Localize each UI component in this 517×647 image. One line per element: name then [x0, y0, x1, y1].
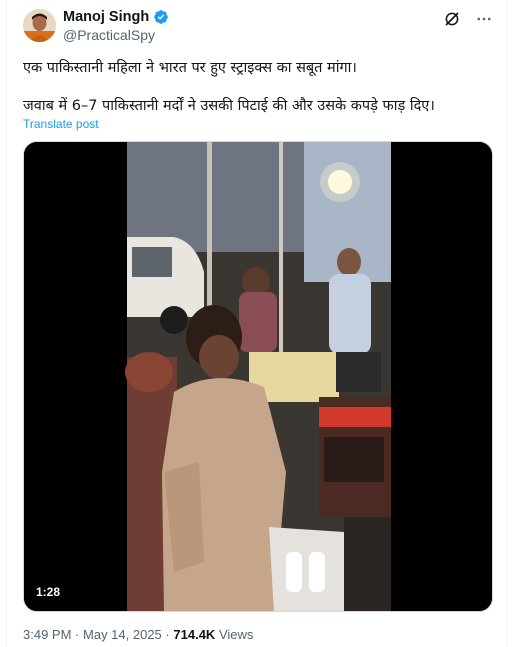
tweet-time[interactable]: 3:49 PM [23, 627, 71, 642]
verified-badge-icon [153, 9, 169, 25]
more-options-icon[interactable] [475, 10, 493, 28]
author-name-row: Manoj Singh [63, 9, 169, 25]
views-label: Views [218, 627, 254, 642]
video-player[interactable]: 1:28 [23, 141, 493, 612]
tweet-meta: 3:49 PM · May 14, 2025 · 714.4K Views [23, 627, 253, 642]
meta-separator-2: · [165, 627, 170, 642]
grok-icon[interactable] [443, 10, 461, 28]
video-duration: 1:28 [36, 585, 61, 599]
author-handle[interactable]: @PracticalSpy [63, 27, 155, 43]
video-frame [24, 142, 492, 611]
views-count: 714.4K [173, 627, 216, 642]
avatar[interactable] [23, 9, 56, 42]
meta-separator: · [75, 627, 80, 642]
tweet-card: Manoj Singh @PracticalSpy एक पाकिस्तानी … [6, 0, 508, 647]
author-name[interactable]: Manoj Singh [63, 9, 149, 25]
top-actions [443, 10, 493, 28]
tweet-text-line-1: एक पाकिस्तानी महिला ने भारत पर हुए स्ट्र… [23, 60, 357, 76]
tweet-text-line-2: जवाब में 6–7 पाकिस्तानी मर्दों ने उसकी प… [23, 98, 435, 114]
translate-post-link[interactable]: Translate post [23, 117, 99, 131]
tweet-date[interactable]: May 14, 2025 [83, 627, 162, 642]
